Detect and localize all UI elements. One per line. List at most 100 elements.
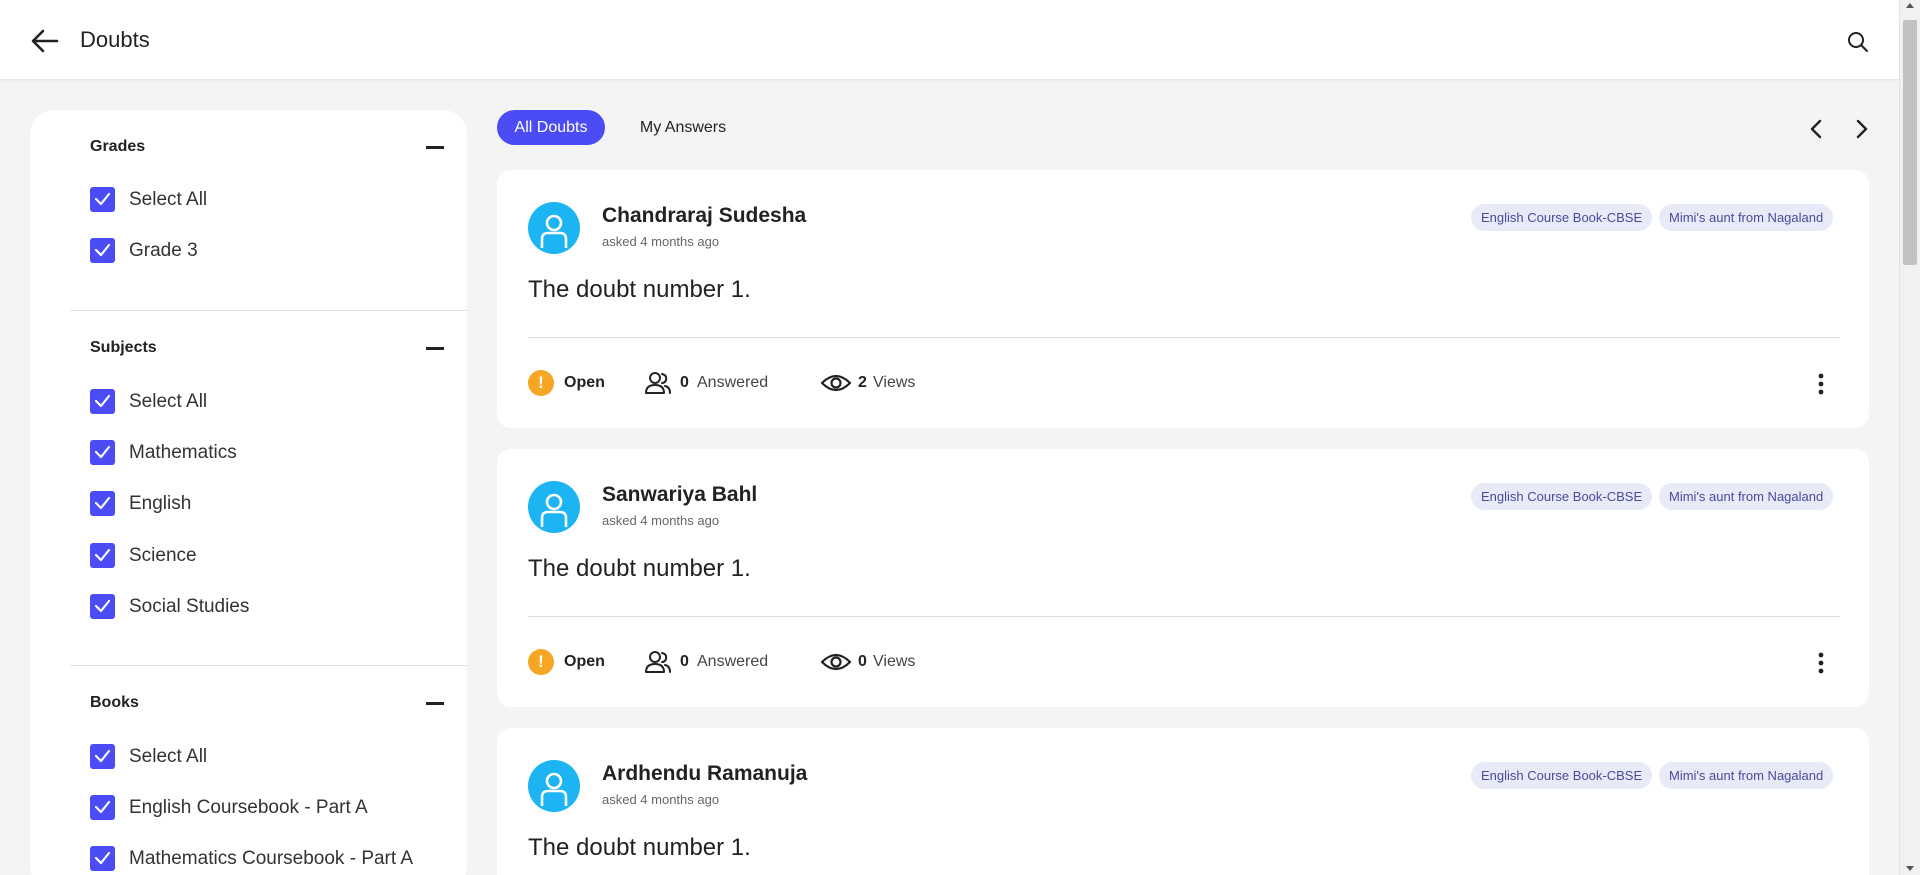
subject-social-studies-checkbox[interactable]: Social Studies xyxy=(90,594,450,620)
alert-icon: ! xyxy=(528,649,554,675)
more-vertical-icon xyxy=(1818,652,1824,674)
scroll-up-arrow-icon[interactable] xyxy=(1906,3,1914,8)
filter-option-label: Mathematics Coursebook - Part A xyxy=(129,848,414,869)
avatar xyxy=(528,202,580,254)
users-icon xyxy=(645,651,671,673)
books-select-all-checkbox[interactable]: Select All xyxy=(90,744,450,770)
grade-3-checkbox[interactable]: Grade 3 xyxy=(90,238,450,264)
author-name[interactable]: Chandraraj Sudesha xyxy=(602,204,806,228)
filter-option-label: Mathematics xyxy=(129,442,237,463)
card-divider xyxy=(528,337,1840,338)
checkbox-checked-icon[interactable] xyxy=(90,491,115,516)
checkbox-checked-icon[interactable] xyxy=(90,846,115,871)
doubt-card[interactable]: Chandraraj Sudesha asked 4 months ago En… xyxy=(497,170,1869,428)
book-mathematics-coursebook-checkbox[interactable]: Mathematics Coursebook - Part A xyxy=(90,846,450,872)
status-badge: Open xyxy=(564,374,605,391)
users-icon xyxy=(645,372,671,394)
views-label: Views xyxy=(873,374,916,391)
filter-option-label: Science xyxy=(129,545,197,566)
filter-option-label: Select All xyxy=(129,391,208,412)
scrollbar-thumb[interactable] xyxy=(1903,20,1917,265)
chapter-tag: Mimi's aunt from Nagaland xyxy=(1659,204,1834,231)
user-avatar-icon xyxy=(540,772,568,806)
book-english-coursebook-checkbox[interactable]: English Coursebook - Part A xyxy=(90,795,450,821)
grades-title: Grades xyxy=(90,138,146,155)
checkbox-checked-icon[interactable] xyxy=(90,744,115,769)
book-tag: English Course Book-CBSE xyxy=(1471,204,1653,231)
chevron-right-icon xyxy=(1856,119,1868,139)
grades-collapse-minus-icon[interactable] xyxy=(426,146,444,149)
back-button[interactable] xyxy=(28,26,62,56)
filter-sidebar: Grades Select All Grade 3 Subjects Selec… xyxy=(30,110,467,875)
filter-option-label: English xyxy=(129,493,192,514)
checkbox-checked-icon[interactable] xyxy=(90,238,115,263)
user-avatar-icon xyxy=(540,493,568,527)
scroll-down-arrow-icon[interactable] xyxy=(1906,866,1914,871)
views-label: Views xyxy=(873,653,916,670)
asked-time: asked 4 months ago xyxy=(602,234,720,249)
book-tag: English Course Book-CBSE xyxy=(1471,762,1653,789)
filter-option-label: Social Studies xyxy=(129,596,250,617)
filter-option-label: English Coursebook - Part A xyxy=(129,797,368,818)
views-count: 2 xyxy=(858,374,867,391)
subject-mathematics-checkbox[interactable]: Mathematics xyxy=(90,440,450,466)
next-page-button[interactable] xyxy=(1851,118,1871,140)
search-icon xyxy=(1848,32,1868,52)
arrow-left-icon xyxy=(31,29,59,53)
status-badge: Open xyxy=(564,653,605,670)
checkbox-checked-icon[interactable] xyxy=(90,543,115,568)
section-divider xyxy=(70,665,467,666)
subject-english-checkbox[interactable]: English xyxy=(90,491,450,517)
answered-count: 0 xyxy=(680,653,689,670)
page-scrollbar[interactable] xyxy=(1899,0,1920,875)
tab-my-answers[interactable]: My Answers xyxy=(626,110,740,145)
books-collapse-minus-icon[interactable] xyxy=(426,702,444,705)
checkbox-checked-icon[interactable] xyxy=(90,187,115,212)
grades-select-all-checkbox[interactable]: Select All xyxy=(90,187,450,213)
checkbox-checked-icon[interactable] xyxy=(90,440,115,465)
eye-icon xyxy=(820,653,852,671)
alert-icon: ! xyxy=(528,370,554,396)
tab-all-doubts[interactable]: All Doubts xyxy=(497,110,605,145)
eye-icon xyxy=(820,374,852,392)
author-name[interactable]: Sanwariya Bahl xyxy=(602,483,757,507)
subjects-collapse-minus-icon[interactable] xyxy=(426,347,444,350)
doubt-card[interactable]: Sanwariya Bahl asked 4 months ago Englis… xyxy=(497,449,1869,707)
avatar xyxy=(528,760,580,812)
search-button[interactable] xyxy=(1846,30,1870,54)
subjects-select-all-checkbox[interactable]: Select All xyxy=(90,389,450,415)
filter-option-label: Select All xyxy=(129,746,208,767)
top-bar: Doubts xyxy=(0,0,1899,80)
avatar xyxy=(528,481,580,533)
more-vertical-icon xyxy=(1818,373,1824,395)
user-avatar-icon xyxy=(540,214,568,248)
subjects-title: Subjects xyxy=(90,339,157,356)
answered-label: Answered xyxy=(697,374,769,391)
chapter-tag: Mimi's aunt from Nagaland xyxy=(1659,483,1834,510)
more-options-button[interactable] xyxy=(1816,651,1826,675)
book-tag: English Course Book-CBSE xyxy=(1471,483,1653,510)
asked-time: asked 4 months ago xyxy=(602,792,720,807)
answered-label: Answered xyxy=(697,653,769,670)
subject-science-checkbox[interactable]: Science xyxy=(90,543,450,569)
section-divider xyxy=(70,310,467,311)
doubt-card[interactable]: Ardhendu Ramanuja asked 4 months ago Eng… xyxy=(497,728,1869,875)
question-text[interactable]: The doubt number 1. xyxy=(528,834,751,862)
previous-page-button[interactable] xyxy=(1807,118,1827,140)
filter-option-label: Select All xyxy=(129,189,208,210)
checkbox-checked-icon[interactable] xyxy=(90,795,115,820)
chapter-tag: Mimi's aunt from Nagaland xyxy=(1659,762,1834,789)
author-name[interactable]: Ardhendu Ramanuja xyxy=(602,762,807,786)
views-count: 0 xyxy=(858,653,867,670)
checkbox-checked-icon[interactable] xyxy=(90,594,115,619)
card-divider xyxy=(528,616,1840,617)
more-options-button[interactable] xyxy=(1816,372,1826,396)
checkbox-checked-icon[interactable] xyxy=(90,389,115,414)
chevron-left-icon xyxy=(1810,119,1822,139)
filter-option-label: Grade 3 xyxy=(129,240,198,261)
question-text[interactable]: The doubt number 1. xyxy=(528,276,751,304)
answered-count: 0 xyxy=(680,374,689,391)
page-title: Doubts xyxy=(80,27,150,52)
asked-time: asked 4 months ago xyxy=(602,513,720,528)
question-text[interactable]: The doubt number 1. xyxy=(528,555,751,583)
